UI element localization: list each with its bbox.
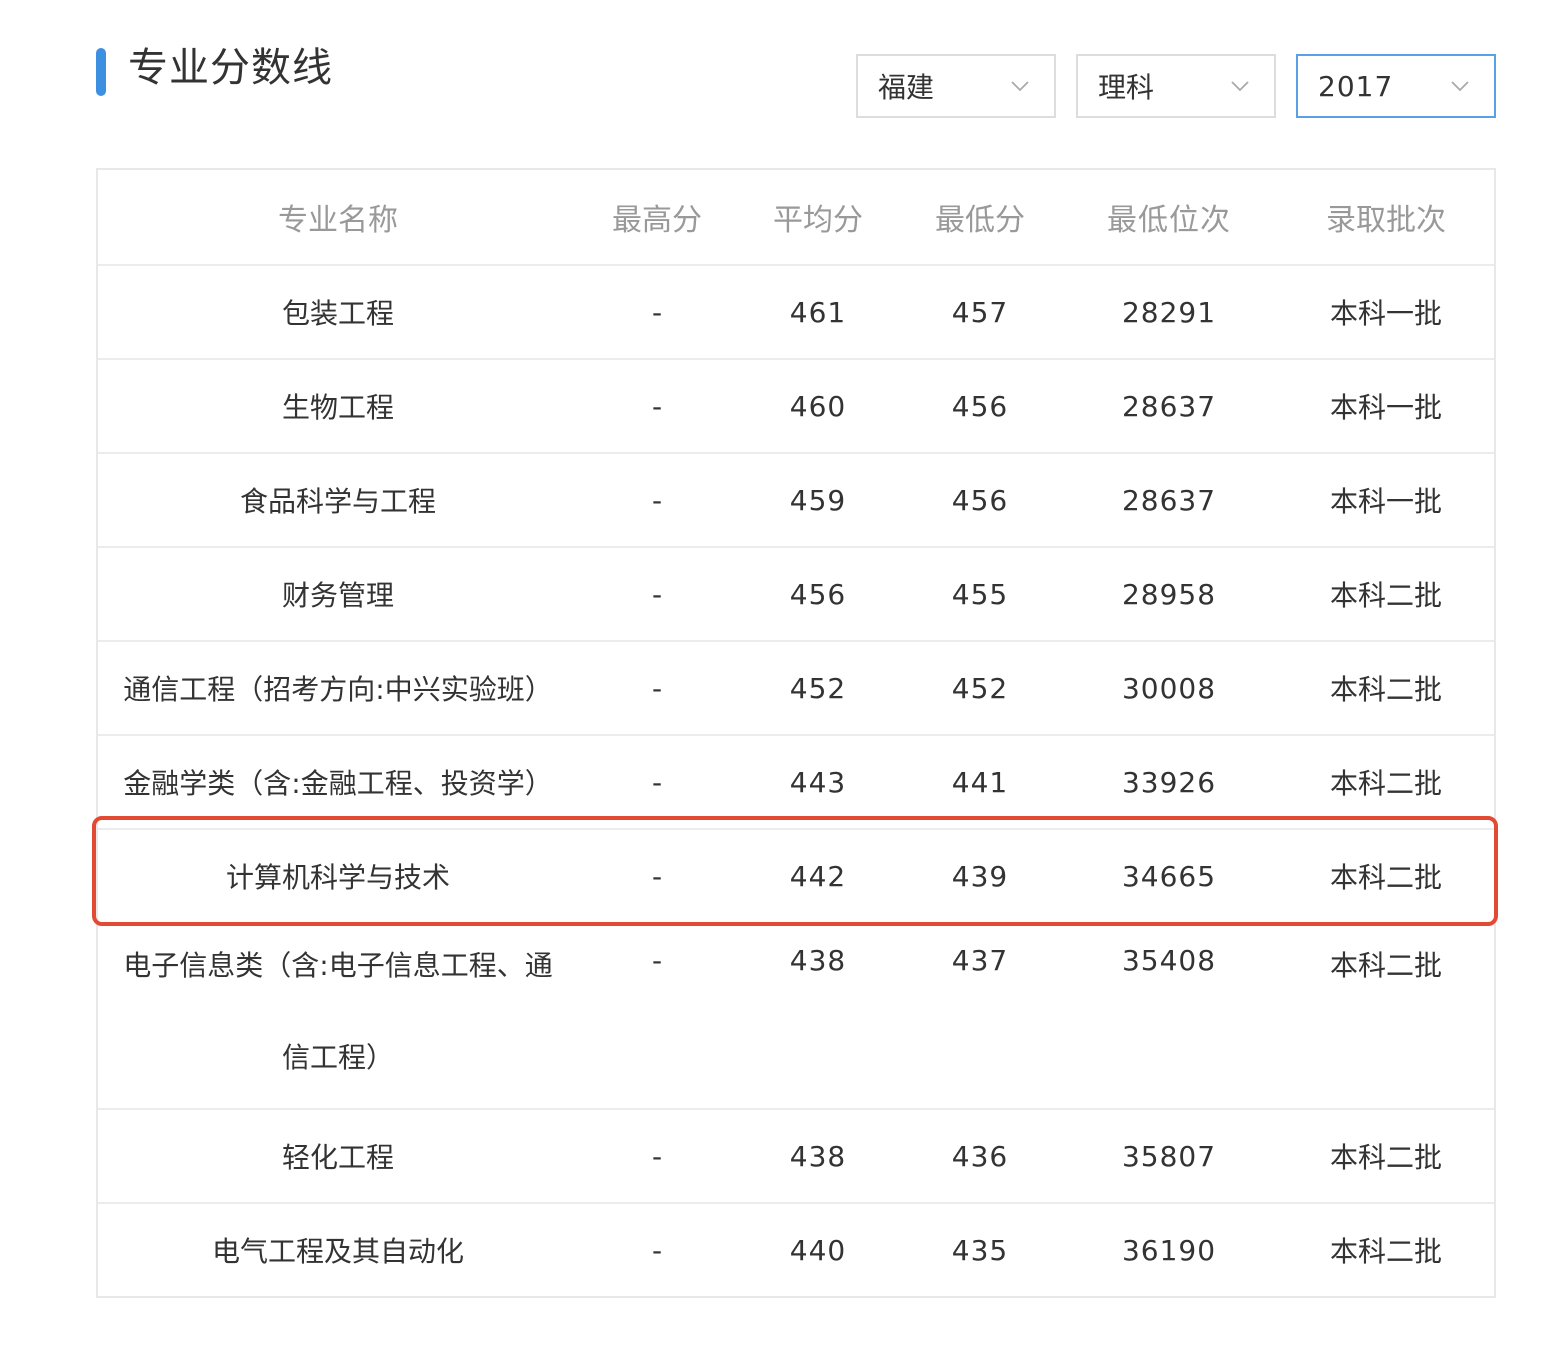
batch: 本科二批 [1329, 767, 1442, 800]
avg-score: 452 [789, 671, 847, 705]
max-score: - [651, 944, 663, 977]
min-rank: 34665 [1121, 859, 1217, 893]
table-header-row: 专业名称 最高分 平均分 最低分 最低位次 录取批次 [98, 170, 1494, 264]
max-score: - [651, 765, 663, 799]
min-score: 437 [951, 944, 1009, 977]
table-row: 电气工程及其自动化 - 440 435 36190 本科二批 [98, 1202, 1494, 1296]
table-row-highlighted: 计算机科学与技术 - 442 439 34665 本科二批 [98, 828, 1494, 922]
avg-score: 442 [789, 859, 847, 893]
max-score: - [651, 671, 663, 705]
min-rank: 28291 [1121, 295, 1217, 329]
header-min-score: 最低分 [935, 203, 1025, 238]
page-title: 专业分数线 [128, 45, 333, 91]
min-rank: 36190 [1121, 1233, 1217, 1267]
batch: 本科一批 [1329, 297, 1442, 330]
batch: 本科二批 [1329, 949, 1442, 982]
avg-score: 460 [789, 389, 847, 423]
chevron-down-icon [1451, 81, 1469, 92]
major-name: 轻化工程 [281, 1141, 394, 1174]
max-score: - [651, 1139, 663, 1173]
chevron-down-icon [1231, 81, 1249, 92]
major-name: 包装工程 [281, 297, 394, 330]
max-score: - [651, 1233, 663, 1267]
page: 专业分数线 福建 理科 2017 专业名称 最高分 平均分 最低分 最低位次 录… [0, 0, 1546, 1346]
title-accent-bar [96, 48, 106, 96]
table-row: 财务管理 - 456 455 28958 本科二批 [98, 546, 1494, 640]
major-name: 食品科学与工程 [239, 485, 436, 518]
min-rank: 28637 [1121, 389, 1217, 423]
max-score: - [651, 295, 663, 329]
table-row: 金融学类（含:金融工程、投资学） - 443 441 33926 本科二批 [98, 734, 1494, 828]
min-score: 456 [951, 389, 1009, 423]
min-score: 456 [951, 483, 1009, 517]
province-select[interactable]: 福建 [856, 54, 1056, 118]
table-row: 通信工程（招考方向:中兴实验班） - 452 452 30008 本科二批 [98, 640, 1494, 734]
min-score: 439 [951, 859, 1009, 893]
avg-score: 456 [789, 577, 847, 611]
major-name: 电子信息类（含:电子信息工程、通信工程） [123, 949, 553, 1074]
max-score: - [651, 483, 663, 517]
year-select-value: 2017 [1318, 69, 1394, 103]
min-score: 441 [951, 765, 1009, 799]
batch: 本科二批 [1329, 673, 1442, 706]
header-min-rank: 最低位次 [1107, 203, 1231, 238]
major-name: 财务管理 [281, 579, 394, 612]
major-name: 计算机科学与技术 [225, 861, 450, 894]
batch: 本科二批 [1329, 1141, 1442, 1174]
batch: 本科一批 [1329, 391, 1442, 424]
province-select-value: 福建 [878, 71, 935, 104]
avg-score: 459 [789, 483, 847, 517]
avg-score: 438 [789, 944, 847, 977]
header-major-name: 专业名称 [278, 203, 398, 238]
min-rank: 28958 [1121, 577, 1217, 611]
min-rank: 35408 [1121, 944, 1217, 977]
major-name: 金融学类（含:金融工程、投资学） [123, 767, 553, 800]
table-row: 食品科学与工程 - 459 456 28637 本科一批 [98, 452, 1494, 546]
batch: 本科二批 [1329, 861, 1442, 894]
min-rank: 30008 [1121, 671, 1217, 705]
min-score: 436 [951, 1139, 1009, 1173]
min-rank: 35807 [1121, 1139, 1217, 1173]
year-select[interactable]: 2017 [1296, 54, 1496, 118]
max-score: - [651, 577, 663, 611]
avg-score: 440 [789, 1233, 847, 1267]
chevron-down-icon [1011, 81, 1029, 92]
major-name: 通信工程（招考方向:中兴实验班） [123, 673, 553, 706]
batch: 本科二批 [1329, 579, 1442, 612]
avg-score: 461 [789, 295, 847, 329]
avg-score: 438 [789, 1139, 847, 1173]
avg-score: 443 [789, 765, 847, 799]
max-score: - [651, 389, 663, 423]
min-rank: 33926 [1121, 765, 1217, 799]
subject-select-value: 理科 [1098, 71, 1155, 104]
min-rank: 28637 [1121, 483, 1217, 517]
batch: 本科二批 [1329, 1235, 1442, 1268]
table-row: 轻化工程 - 438 436 35807 本科二批 [98, 1108, 1494, 1202]
batch: 本科一批 [1329, 485, 1442, 518]
header-avg-score: 平均分 [773, 203, 863, 238]
score-table: 专业名称 最高分 平均分 最低分 最低位次 录取批次 包装工程 - 461 45… [96, 168, 1496, 1298]
header-max-score: 最高分 [612, 203, 702, 238]
table-row: 生物工程 - 460 456 28637 本科一批 [98, 358, 1494, 452]
max-score: - [651, 859, 663, 893]
min-score: 457 [951, 295, 1009, 329]
major-name: 电气工程及其自动化 [211, 1235, 464, 1268]
table-row: 包装工程 - 461 457 28291 本科一批 [98, 264, 1494, 358]
major-name: 生物工程 [281, 391, 394, 424]
table-row: 电子信息类（含:电子信息工程、通信工程） - 438 437 35408 本科二… [98, 922, 1494, 1108]
min-score: 455 [951, 577, 1009, 611]
header-batch: 录取批次 [1326, 203, 1446, 238]
min-score: 435 [951, 1233, 1009, 1267]
subject-select[interactable]: 理科 [1076, 54, 1276, 118]
min-score: 452 [951, 671, 1009, 705]
